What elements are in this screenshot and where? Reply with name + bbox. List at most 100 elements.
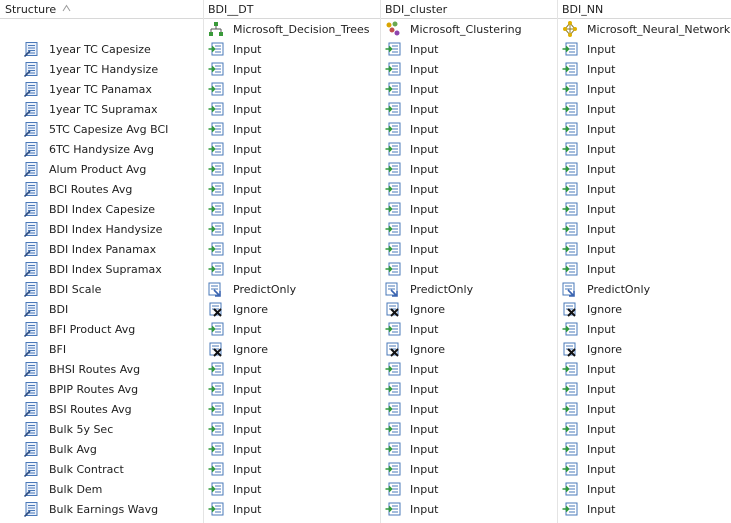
column-name-cell[interactable]: 5TC Capesize Avg BCI: [24, 119, 202, 139]
usage-cell[interactable]: Input: [562, 459, 730, 479]
column-name-cell[interactable]: BDI Index Panamax: [24, 239, 202, 259]
usage-cell[interactable]: Input: [562, 259, 730, 279]
usage-cell[interactable]: Input: [562, 359, 730, 379]
usage-cell[interactable]: Input: [208, 159, 378, 179]
usage-cell[interactable]: Input: [385, 359, 555, 379]
column-name-cell[interactable]: BDI: [24, 299, 202, 319]
usage-cell[interactable]: Input: [208, 479, 378, 499]
usage-cell[interactable]: Input: [385, 179, 555, 199]
usage-cell[interactable]: Input: [208, 359, 378, 379]
usage-cell[interactable]: Input: [385, 439, 555, 459]
usage-cell[interactable]: Input: [208, 219, 378, 239]
column-name-cell[interactable]: BDI Scale: [24, 279, 202, 299]
column-name-cell[interactable]: Alum Product Avg: [24, 159, 202, 179]
column-name-cell[interactable]: BCI Routes Avg: [24, 179, 202, 199]
column-name-cell[interactable]: BHSI Routes Avg: [24, 359, 202, 379]
usage-cell[interactable]: Input: [562, 59, 730, 79]
usage-cell[interactable]: Input: [562, 419, 730, 439]
algorithm-cell[interactable]: Microsoft_Neural_Network: [562, 19, 730, 39]
usage-cell[interactable]: Input: [562, 119, 730, 139]
column-name-cell[interactable]: BFI Product Avg: [24, 319, 202, 339]
column-name-cell[interactable]: BSI Routes Avg: [24, 399, 202, 419]
usage-cell[interactable]: PredictOnly: [562, 279, 730, 299]
usage-cell[interactable]: Input: [385, 119, 555, 139]
usage-cell[interactable]: Input: [208, 119, 378, 139]
usage-cell[interactable]: Input: [385, 419, 555, 439]
column-name-cell[interactable]: Bulk Avg: [24, 439, 202, 459]
usage-cell[interactable]: Ignore: [208, 299, 378, 319]
usage-cell[interactable]: Input: [385, 459, 555, 479]
usage-cell[interactable]: Input: [385, 39, 555, 59]
usage-cell[interactable]: Input: [562, 159, 730, 179]
algorithm-cell[interactable]: Microsoft_Clustering: [385, 19, 555, 39]
usage-cell[interactable]: Input: [208, 419, 378, 439]
usage-cell[interactable]: Ignore: [562, 299, 730, 319]
usage-cell[interactable]: Input: [385, 79, 555, 99]
usage-cell[interactable]: Input: [562, 379, 730, 399]
usage-cell[interactable]: Input: [208, 79, 378, 99]
usage-cell[interactable]: Input: [562, 179, 730, 199]
usage-cell[interactable]: Input: [562, 99, 730, 119]
column-name-cell[interactable]: 1year TC Capesize: [24, 39, 202, 59]
usage-cell[interactable]: Input: [385, 319, 555, 339]
usage-cell[interactable]: Input: [385, 239, 555, 259]
model-column-header-bdi-cluster[interactable]: BDI_cluster: [380, 0, 557, 19]
usage-cell[interactable]: Input: [562, 239, 730, 259]
usage-cell[interactable]: Input: [562, 319, 730, 339]
usage-cell[interactable]: PredictOnly: [385, 279, 555, 299]
model-column-header-bdi-dt[interactable]: BDI__DT: [203, 0, 380, 19]
usage-cell[interactable]: Input: [562, 439, 730, 459]
column-name-cell[interactable]: 6TC Handysize Avg: [24, 139, 202, 159]
usage-cell[interactable]: Input: [385, 59, 555, 79]
algorithm-cell[interactable]: Microsoft_Decision_Trees: [208, 19, 378, 39]
usage-cell[interactable]: Input: [562, 479, 730, 499]
usage-cell[interactable]: Input: [208, 239, 378, 259]
usage-cell[interactable]: Input: [208, 259, 378, 279]
usage-cell[interactable]: Input: [385, 399, 555, 419]
usage-cell[interactable]: Input: [562, 79, 730, 99]
usage-cell[interactable]: Input: [562, 399, 730, 419]
usage-cell[interactable]: Input: [385, 219, 555, 239]
model-column-header-bdi-nn[interactable]: BDI_NN: [557, 0, 731, 19]
usage-cell[interactable]: Input: [385, 199, 555, 219]
column-name-cell[interactable]: BDI Index Supramax: [24, 259, 202, 279]
usage-cell[interactable]: Input: [562, 219, 730, 239]
usage-cell[interactable]: Ignore: [385, 339, 555, 359]
usage-cell[interactable]: Input: [562, 499, 730, 519]
usage-cell[interactable]: Input: [562, 199, 730, 219]
column-name-cell[interactable]: BPIP Routes Avg: [24, 379, 202, 399]
usage-cell[interactable]: Input: [385, 479, 555, 499]
usage-cell[interactable]: Ignore: [385, 299, 555, 319]
usage-cell[interactable]: Input: [385, 259, 555, 279]
usage-cell[interactable]: Input: [562, 39, 730, 59]
usage-cell[interactable]: Input: [208, 459, 378, 479]
column-name-cell[interactable]: Bulk Earnings Wavg: [24, 499, 202, 519]
usage-cell[interactable]: Input: [208, 179, 378, 199]
usage-cell[interactable]: Input: [208, 139, 378, 159]
usage-cell[interactable]: Input: [208, 499, 378, 519]
column-name-cell[interactable]: Bulk 5y Sec: [24, 419, 202, 439]
column-name-cell[interactable]: BDI Index Capesize: [24, 199, 202, 219]
structure-column-header[interactable]: Structure: [0, 0, 203, 19]
usage-cell[interactable]: Input: [385, 139, 555, 159]
usage-cell[interactable]: PredictOnly: [208, 279, 378, 299]
usage-cell[interactable]: Input: [208, 99, 378, 119]
column-name-cell[interactable]: Bulk Contract: [24, 459, 202, 479]
column-name-cell[interactable]: 1year TC Panamax: [24, 79, 202, 99]
usage-cell[interactable]: Input: [385, 159, 555, 179]
usage-cell[interactable]: Input: [208, 379, 378, 399]
usage-cell[interactable]: Ignore: [208, 339, 378, 359]
usage-cell[interactable]: Input: [208, 399, 378, 419]
column-name-cell[interactable]: BDI Index Handysize: [24, 219, 202, 239]
usage-cell[interactable]: Input: [385, 99, 555, 119]
usage-cell[interactable]: Input: [208, 439, 378, 459]
usage-cell[interactable]: Input: [385, 379, 555, 399]
usage-cell[interactable]: Input: [208, 319, 378, 339]
usage-cell[interactable]: Input: [385, 499, 555, 519]
column-name-cell[interactable]: Bulk Dem: [24, 479, 202, 499]
column-name-cell[interactable]: 1year TC Handysize: [24, 59, 202, 79]
usage-cell[interactable]: Input: [562, 139, 730, 159]
usage-cell[interactable]: Ignore: [562, 339, 730, 359]
column-name-cell[interactable]: BFI: [24, 339, 202, 359]
usage-cell[interactable]: Input: [208, 59, 378, 79]
